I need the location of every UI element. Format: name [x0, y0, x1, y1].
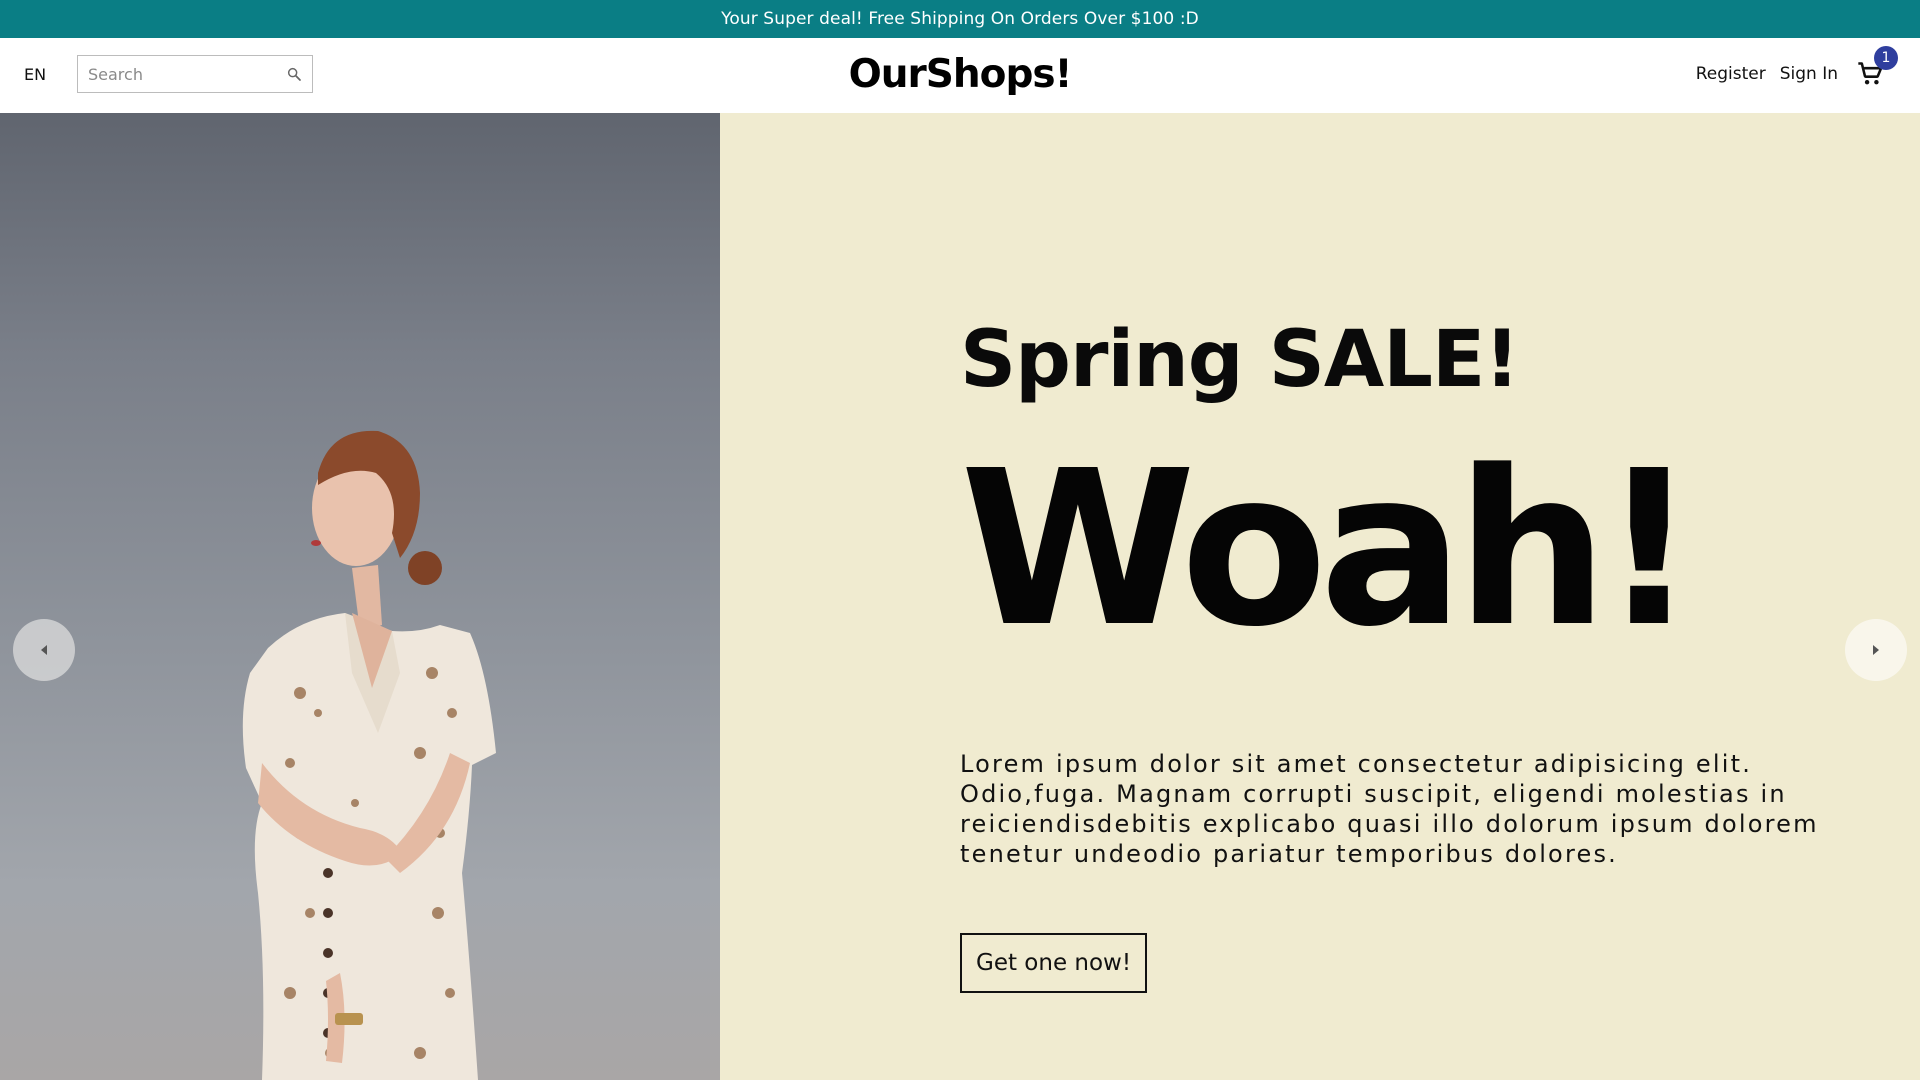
announcement-bar: Your Super deal! Free Shipping On Orders…	[0, 0, 1920, 38]
slider-prev-button[interactable]	[13, 619, 75, 681]
get-one-now-button[interactable]: Get one now!	[960, 933, 1148, 993]
announcement-text: Your Super deal! Free Shipping On Orders…	[721, 9, 1199, 29]
register-link[interactable]: Register	[1696, 64, 1766, 84]
chevron-left-icon	[41, 645, 47, 655]
account-nav: Register Sign In 1	[1696, 46, 1898, 92]
hero-headline: Woah!	[960, 425, 1698, 674]
hero-title: Spring SALE!	[960, 315, 1520, 405]
language-selector[interactable]: EN	[24, 65, 46, 84]
signin-link[interactable]: Sign In	[1780, 64, 1838, 84]
top-navbar: EN OurShops! Register Sign In 1	[0, 38, 1920, 113]
hero-info: Spring SALE! Woah! Lorem ipsum dolor sit…	[960, 113, 1860, 1080]
search-input[interactable]	[78, 56, 278, 92]
hero-slider: Spring SALE! Woah! Lorem ipsum dolor sit…	[0, 113, 1920, 1080]
search-box	[77, 55, 313, 93]
hero-description: Lorem ipsum dolor sit amet consectetur a…	[960, 750, 1819, 868]
shop-logo[interactable]: OurShops!	[849, 52, 1073, 97]
search-icon[interactable]	[286, 66, 302, 82]
chevron-right-icon	[1873, 645, 1879, 655]
cart-button[interactable]: 1	[1852, 46, 1898, 92]
cart-count-badge: 1	[1874, 46, 1898, 70]
model-illustration	[242, 430, 496, 1080]
hero-image	[0, 113, 720, 1080]
